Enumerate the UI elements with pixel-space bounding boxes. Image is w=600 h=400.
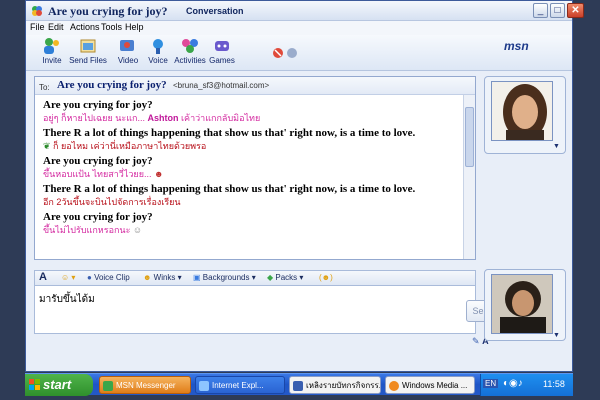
language-indicator[interactable]: EN [483, 379, 499, 388]
contact-display-picture[interactable]: ▼ [484, 76, 566, 154]
menu-bar: File Edit Actions Tools Help [26, 21, 572, 35]
message-text: อยู่ๆ ก็หายไปเฉยย นะแก... Ashton เค้าว่า… [43, 113, 261, 123]
menu-help[interactable]: Help [125, 22, 144, 32]
winks-button[interactable]: ☻ Winks ▾ [143, 273, 182, 282]
message-sender: Are you crying for joy? [43, 99, 153, 111]
msn-butterfly-icon [32, 6, 42, 16]
window-title: Are you crying for joy? [48, 4, 168, 18]
format-toolbar: A ☺ ▾ ● Voice Clip ☻ Winks ▾ ▣ Backgroun… [34, 270, 476, 286]
maximize-button[interactable]: □ [550, 3, 565, 18]
emoticon-icon: ☻ [151, 169, 164, 179]
menu-tools[interactable]: Tools [101, 22, 122, 32]
own-avatar-menu-arrow-icon[interactable]: ▼ [553, 332, 560, 339]
to-label: To: [39, 83, 50, 92]
media-player-task-icon [389, 381, 399, 391]
clock: 11:58 [543, 379, 565, 389]
block-button[interactable] [272, 47, 300, 62]
font-icon[interactable]: A [39, 271, 47, 283]
window-subtitle: Conversation [186, 6, 244, 16]
own-avatar [491, 274, 553, 334]
ie-task-icon [199, 381, 209, 391]
message-highlight: Ashton [147, 113, 179, 123]
document-task-icon [293, 381, 303, 391]
message-sender: Are you crying for joy? [43, 155, 153, 167]
activities-icon [182, 39, 198, 53]
windows-flag-icon [29, 379, 40, 390]
to-bar: To: Are you crying for joy? <bruna_sf3@h… [35, 77, 475, 95]
message-sender: There R a lot of things happening that s… [43, 183, 416, 195]
msn-task-icon [103, 381, 113, 391]
invite-button[interactable]: Invite [32, 37, 72, 65]
task-windows-media[interactable]: Windows Media ... [385, 376, 475, 394]
msn-conversation-window: Are you crying for joy? Conversation _ □… [25, 0, 584, 372]
voice-icon [153, 39, 163, 54]
conversation-history: To: Are you crying for joy? <bruna_sf3@h… [34, 76, 476, 260]
scrollbar-thumb[interactable] [465, 107, 474, 167]
contact-email: <bruna_sf3@hotmail.com> [173, 81, 270, 90]
voice-clip-button[interactable]: ● Voice Clip [87, 273, 130, 282]
pen-icon: ✎ [472, 336, 480, 346]
emoticon-icon: ☺ [130, 225, 143, 235]
conversation-scrollbar[interactable] [463, 95, 475, 259]
packs-button[interactable]: ◆ Packs ▾ [267, 273, 303, 282]
games-icon [215, 41, 229, 51]
task-document[interactable]: เหลิงรายบัทกรกิจกรร... [289, 376, 381, 394]
contact-name[interactable]: Are you crying for joy? [57, 79, 167, 91]
backgrounds-button[interactable]: ▣ Backgrounds ▾ [193, 273, 256, 282]
block-icon [273, 48, 297, 58]
windows-taskbar: start MSN Messenger Internet Expl... เหล… [25, 373, 573, 396]
main-toolbar: Invite Send Files Video Voice Activities [26, 35, 572, 71]
task-internet-explorer[interactable]: Internet Expl... [195, 376, 285, 394]
minimize-button[interactable]: _ [533, 3, 548, 18]
menu-edit[interactable]: Edit [48, 22, 64, 32]
tray-icons[interactable]: ◐◉♪ [503, 378, 523, 389]
background-icon: ▣ [193, 273, 203, 282]
task-msn-messenger[interactable]: MSN Messenger [99, 376, 191, 394]
system-tray: EN ◐◉♪ 11:58 [480, 374, 573, 396]
message-text: ❦ ก็ ยอไหม เค่ว่านี่เหมือภาษาไทยด้วยพรอ [43, 141, 207, 151]
message-sender: Are you crying for joy? [43, 211, 153, 223]
send-files-button[interactable]: Send Files [68, 37, 108, 65]
wink-icon: ☻ [143, 273, 154, 282]
message-text: ขึ้นหอบแป้น ไทยสาวี่ไวยย... ☻ [43, 169, 164, 179]
message-text: อีก 2วันขึ้นจะบินไปจัดการเรื่องเรียน [43, 197, 181, 207]
microphone-icon: ● [87, 273, 95, 282]
own-display-picture[interactable]: ▼ [484, 269, 566, 341]
nudge-icon[interactable]: (☻) [319, 273, 333, 282]
games-button[interactable]: Games [202, 37, 242, 65]
video-icon [120, 40, 134, 51]
start-button[interactable]: start [25, 374, 93, 396]
menu-actions[interactable]: Actions [70, 22, 100, 32]
invite-icon [44, 38, 59, 54]
avatar-menu-arrow-icon[interactable]: ▼ [553, 143, 560, 150]
message-list: Are you crying for joy? อยู่ๆ ก็หายไปเฉย… [43, 98, 461, 238]
send-files-icon [80, 39, 96, 53]
message-input[interactable]: มารับขึ้นได้ม [34, 286, 476, 334]
emoticon-menu-icon[interactable]: ☺ ▾ [61, 273, 75, 282]
message-text: ขึ้นไม่ไปรับแกหรอกนะ ☺ [43, 225, 143, 235]
title-bar[interactable]: Are you crying for joy? Conversation _ □… [26, 1, 584, 21]
message-sender: There R a lot of things happening that s… [43, 127, 416, 139]
msn-logo: msn [504, 39, 529, 53]
contact-avatar [491, 81, 553, 141]
start-label: start [43, 377, 72, 392]
close-button[interactable]: ✕ [567, 3, 584, 18]
menu-file[interactable]: File [30, 22, 45, 32]
emoticon-icon: ❦ [43, 141, 54, 151]
message-input-text: มารับขึ้นได้ม [39, 294, 95, 305]
